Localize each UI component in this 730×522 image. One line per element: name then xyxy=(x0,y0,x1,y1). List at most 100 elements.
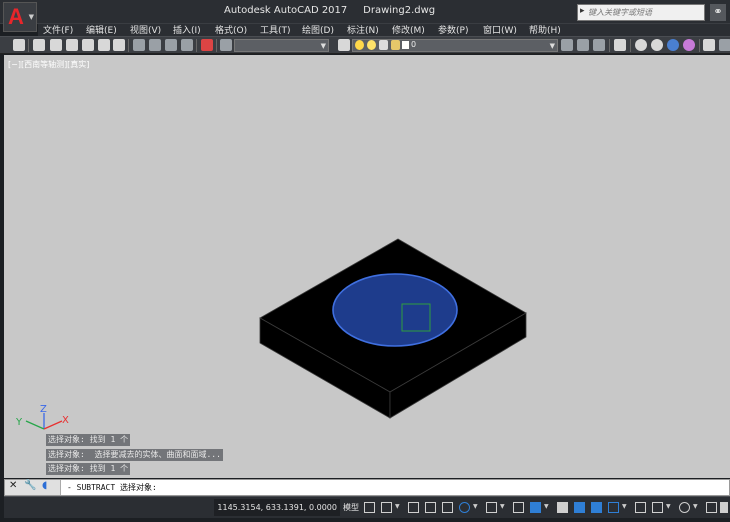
layer-properties-icon[interactable] xyxy=(338,39,350,51)
chevron-down-icon[interactable]: ▼ xyxy=(693,503,698,510)
recent-commands-icon[interactable]: ◖ xyxy=(42,480,47,491)
menu-tools[interactable]: 工具(T) xyxy=(260,23,291,36)
chevron-down-icon[interactable]: ▼ xyxy=(544,503,549,510)
menu-modify[interactable]: 修改(M) xyxy=(392,23,425,36)
cube-icon[interactable] xyxy=(652,502,663,513)
layer-previous-icon[interactable] xyxy=(577,39,589,51)
binoculars-icon[interactable]: ⚭ xyxy=(710,4,726,21)
history-line: 选择对象: 找到 1 个 xyxy=(46,463,131,475)
customize-icon[interactable] xyxy=(720,502,728,513)
menu-dimension[interactable]: 标注(N) xyxy=(347,23,379,36)
coordinate-readout[interactable]: 1145.3154, 633.1391, 0.0000 xyxy=(214,499,340,516)
layer-dropdown[interactable]: 0 ▼ xyxy=(352,39,558,52)
search-expand-icon[interactable]: ▸ xyxy=(580,6,585,16)
selected-cylinder[interactable] xyxy=(332,273,458,347)
top-view-icon[interactable] xyxy=(50,39,62,51)
nw-iso-icon[interactable] xyxy=(181,39,193,51)
toolbar-overflow-icon[interactable] xyxy=(719,39,730,51)
snap-icon[interactable] xyxy=(381,502,392,513)
history-line: 选择对象: 选择要减去的实体、曲面和面域... xyxy=(46,449,223,461)
object-snap-tracking-icon[interactable] xyxy=(513,502,524,513)
window-title: Autodesk AutoCAD 2017 Drawing2.dwg xyxy=(224,5,436,16)
toolbar: ▼ 0 ▼ xyxy=(0,36,730,54)
3d-osnap-icon[interactable] xyxy=(608,502,619,513)
conceptual-icon[interactable] xyxy=(683,39,695,51)
ucs-y-label: Y xyxy=(15,417,23,428)
make-current-icon[interactable] xyxy=(561,39,573,51)
menu-parametric[interactable]: 参数(P) xyxy=(438,23,468,36)
title-bar: Autodesk AutoCAD 2017 Drawing2.dwg ▸ ⚭ xyxy=(0,0,730,24)
model-space-button[interactable]: 模型 xyxy=(343,499,359,516)
chevron-down-icon: ▼ xyxy=(28,13,34,21)
front-view-icon[interactable] xyxy=(33,39,45,51)
menu-bar: 文件(F) 编辑(E) 视图(V) 插入(I) 格式(O) 工具(T) 绘图(D… xyxy=(38,24,730,36)
chevron-down-icon[interactable]: ▼ xyxy=(622,503,627,510)
freeze-vp-icon[interactable] xyxy=(379,40,388,50)
isolate-objects-icon[interactable] xyxy=(706,502,717,513)
application-menu-button[interactable]: A ▼ xyxy=(3,2,37,32)
autocad-logo: A xyxy=(8,4,24,29)
menu-format[interactable]: 格式(O) xyxy=(215,23,247,36)
gizmo-icon[interactable] xyxy=(635,502,646,513)
grid-icon[interactable] xyxy=(364,502,375,513)
ucs-icon: Z X Y xyxy=(15,404,69,430)
command-prompt[interactable]: - SUBTRACT 选择对象: xyxy=(67,482,157,493)
layer-name: 0 xyxy=(411,40,417,49)
bottom-view-icon[interactable] xyxy=(113,39,125,51)
view-dropdown[interactable]: ▼ xyxy=(234,39,329,52)
chevron-down-icon[interactable]: ▼ xyxy=(666,503,671,510)
view-manager-icon[interactable] xyxy=(220,39,232,51)
ne-iso-icon[interactable] xyxy=(165,39,177,51)
chevron-down-icon[interactable]: ▼ xyxy=(500,503,505,510)
se-iso-icon[interactable] xyxy=(149,39,161,51)
toolbar-divider xyxy=(216,39,217,52)
lightbulb-icon[interactable] xyxy=(355,40,364,50)
new-icon[interactable] xyxy=(13,39,25,51)
ortho-icon[interactable] xyxy=(442,502,453,513)
chevron-down-icon[interactable]: ▼ xyxy=(395,503,400,510)
selection-cycling-icon[interactable] xyxy=(591,502,602,513)
infer-constraints-icon[interactable] xyxy=(408,502,419,513)
search-input[interactable] xyxy=(588,6,700,19)
sw-iso-icon[interactable] xyxy=(133,39,145,51)
layer-state-icon[interactable] xyxy=(593,39,605,51)
status-bar: 1145.3154, 633.1391, 0.0000 模型 ▼ ▼ ▼ ▼ ▼… xyxy=(4,496,730,518)
chevron-down-icon[interactable]: ▼ xyxy=(473,503,478,510)
menu-file[interactable]: 文件(F) xyxy=(43,23,73,36)
right-view-icon[interactable] xyxy=(82,39,94,51)
lineweight-icon[interactable] xyxy=(557,502,568,513)
menu-draw[interactable]: 绘图(D) xyxy=(302,23,334,36)
hidden-icon[interactable] xyxy=(651,39,663,51)
object-snap-icon[interactable] xyxy=(530,502,541,513)
search-box[interactable]: ▸ xyxy=(577,4,705,21)
command-line-controls: ✕ 🔧 ◖ xyxy=(5,480,61,495)
transparency-icon[interactable] xyxy=(574,502,585,513)
wrench-icon[interactable]: 🔧 xyxy=(24,480,36,491)
drawing-viewport[interactable]: [−][西南等轴测][真实] Z X Y 选择对象: 找到 1 个 选择对象: … xyxy=(4,55,730,478)
ucs-x-label: X xyxy=(62,415,69,426)
toolbar-divider xyxy=(609,39,610,52)
lock-icon[interactable] xyxy=(391,40,400,50)
chevron-down-icon: ▼ xyxy=(320,42,326,50)
visual-style-manager-icon[interactable] xyxy=(703,39,715,51)
back-view-icon[interactable] xyxy=(98,39,110,51)
realistic-icon[interactable] xyxy=(667,39,679,51)
gear-icon[interactable] xyxy=(679,502,690,513)
sun-icon[interactable] xyxy=(367,40,376,50)
left-view-icon[interactable] xyxy=(66,39,78,51)
toolbar-divider xyxy=(28,39,29,52)
menu-insert[interactable]: 插入(I) xyxy=(173,23,201,36)
isodraft-icon[interactable] xyxy=(486,502,497,513)
dynamic-input-icon[interactable] xyxy=(425,502,436,513)
menu-help[interactable]: 帮助(H) xyxy=(529,23,561,36)
menu-view[interactable]: 视图(V) xyxy=(130,23,161,36)
command-line[interactable]: ✕ 🔧 ◖ - SUBTRACT 选择对象: xyxy=(4,479,730,496)
close-icon[interactable]: ✕ xyxy=(9,480,17,491)
wireframe-icon[interactable] xyxy=(635,39,647,51)
menu-edit[interactable]: 编辑(E) xyxy=(86,23,117,36)
model-scene[interactable]: Z X Y xyxy=(4,55,730,478)
camera-icon[interactable] xyxy=(201,39,213,51)
polar-icon[interactable] xyxy=(459,502,470,513)
visual-style-2d-icon[interactable] xyxy=(614,39,626,51)
menu-window[interactable]: 窗口(W) xyxy=(483,23,517,36)
